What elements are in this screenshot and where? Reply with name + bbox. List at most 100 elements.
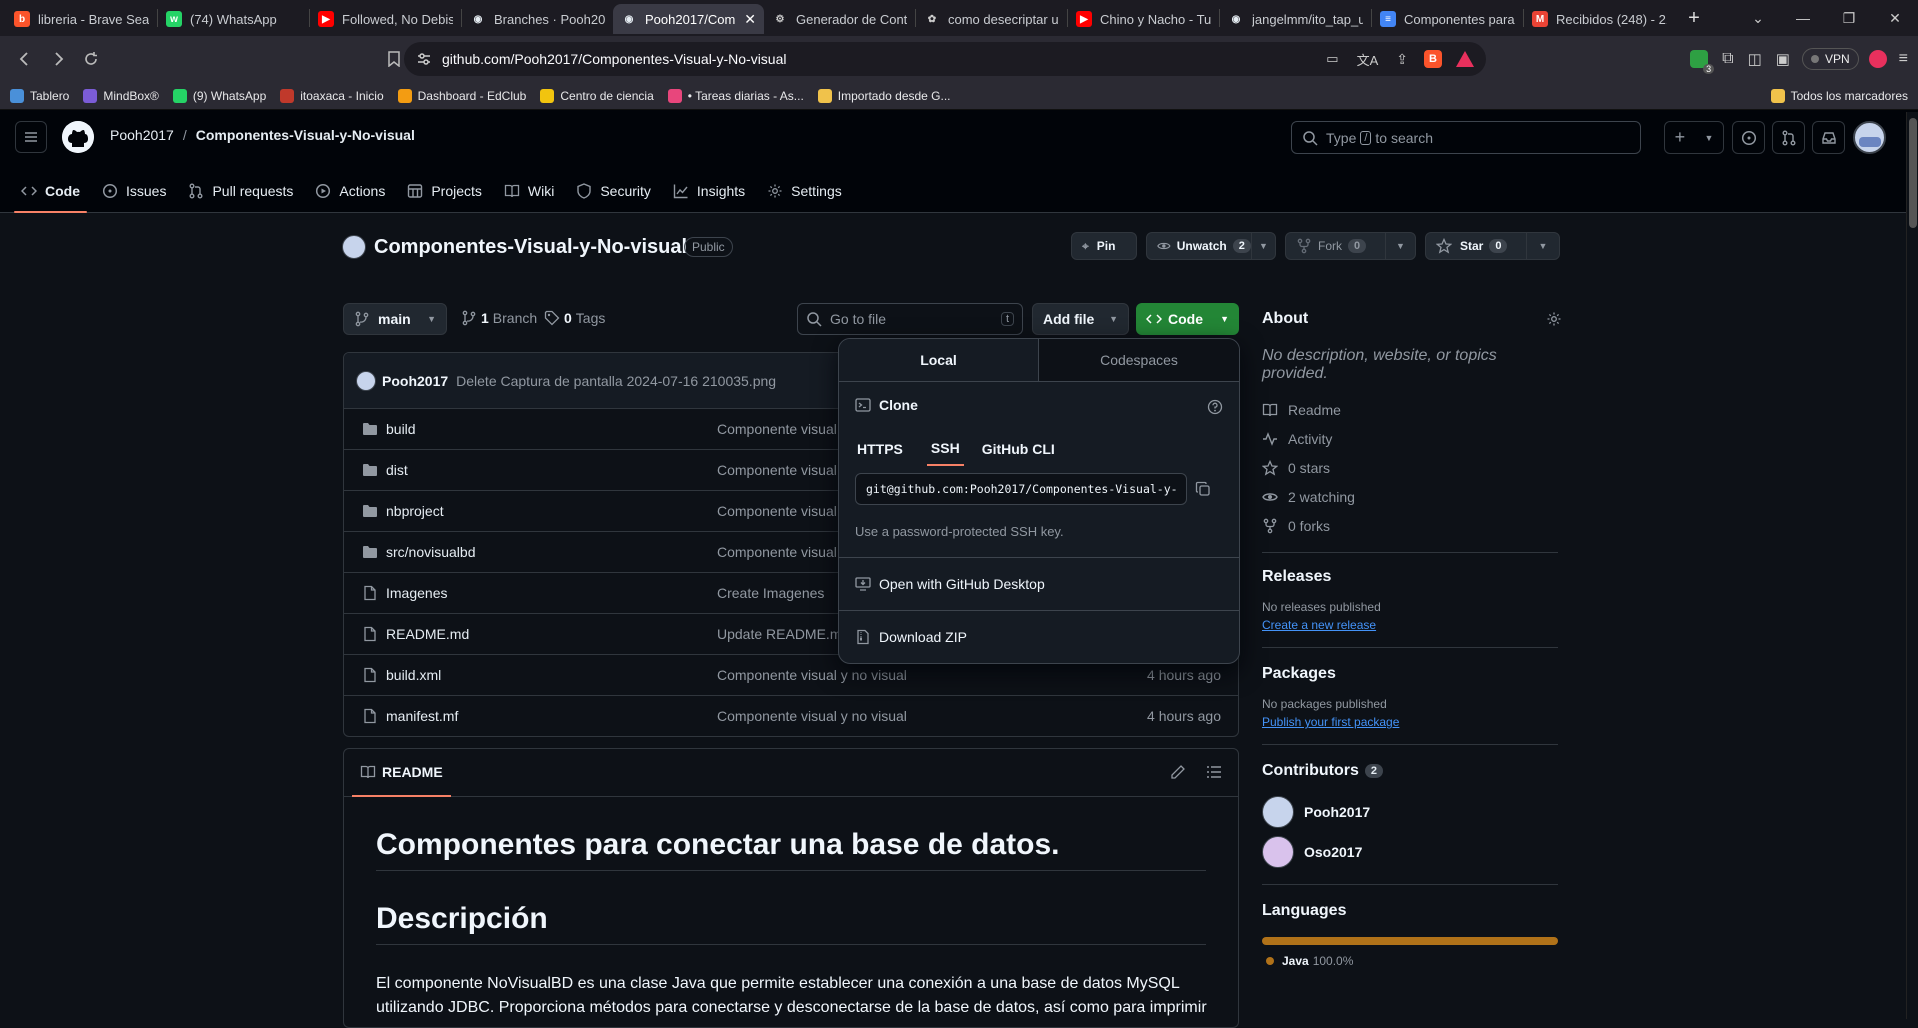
tab-settings[interactable]: Settings bbox=[760, 168, 849, 213]
browser-tab[interactable]: ✿ como desecriptar un bbox=[916, 4, 1067, 34]
file-name[interactable]: src/novisualbd bbox=[386, 544, 476, 560]
browser-tab[interactable]: ▶ Followed, No Debiste bbox=[310, 4, 461, 34]
file-commit-message[interactable]: Componente visual bbox=[717, 421, 837, 437]
new-tab-button[interactable]: + bbox=[1679, 3, 1709, 33]
menu-icon[interactable]: ≡ bbox=[1899, 50, 1908, 68]
download-zip[interactable]: Download ZIP bbox=[839, 611, 1239, 663]
fork-button[interactable]: Fork 0 ▼ bbox=[1285, 232, 1416, 260]
close-tab-icon[interactable]: ✕ bbox=[744, 11, 756, 28]
vpn-button[interactable]: VPN bbox=[1801, 48, 1859, 70]
file-name[interactable]: Imagenes bbox=[386, 585, 447, 601]
packages-title[interactable]: Packages bbox=[1262, 665, 1562, 683]
maximize-button[interactable]: ❐ bbox=[1826, 0, 1872, 36]
file-name[interactable]: manifest.mf bbox=[386, 708, 458, 724]
outline-list-icon[interactable] bbox=[1206, 764, 1222, 780]
browser-tab[interactable]: ⚙ Generador de Contr bbox=[764, 4, 915, 34]
brave-rewards-icon[interactable] bbox=[1456, 51, 1474, 67]
pin-button[interactable]: ⌖ Pin bbox=[1071, 232, 1137, 260]
bookmark-item[interactable]: Centro de ciencia bbox=[540, 88, 654, 103]
about-pulse-link[interactable]: Activity bbox=[1262, 424, 1562, 453]
tab-local[interactable]: Local bbox=[839, 339, 1039, 381]
tab-security[interactable]: Security bbox=[569, 168, 658, 213]
tab-github-cli[interactable]: GitHub CLI bbox=[980, 431, 1057, 466]
about-book-link[interactable]: Readme bbox=[1262, 395, 1562, 424]
file-commit-message[interactable]: Componente visual y no visual bbox=[717, 708, 907, 724]
contributor-item[interactable]: Pooh2017 bbox=[1262, 792, 1562, 832]
add-file-button[interactable]: Add file ▼ bbox=[1032, 303, 1129, 335]
file-commit-message[interactable]: Componente visual y no visual bbox=[717, 667, 907, 683]
file-commit-message[interactable]: Componente visual bbox=[717, 544, 837, 560]
publish-package-link[interactable]: Publish your first package bbox=[1262, 715, 1562, 729]
brave-shields-icon[interactable]: B bbox=[1424, 50, 1442, 68]
tab-https[interactable]: HTTPS bbox=[855, 431, 905, 466]
back-button[interactable] bbox=[10, 44, 40, 74]
reload-button[interactable] bbox=[76, 44, 106, 74]
releases-title[interactable]: Releases bbox=[1262, 568, 1562, 586]
unwatch-dropdown-icon[interactable]: ▼ bbox=[1250, 233, 1275, 259]
go-to-file-input[interactable]: Go to file t bbox=[797, 303, 1023, 335]
readme-tab[interactable]: README bbox=[352, 749, 451, 797]
cast-icon[interactable]: ▭ bbox=[1326, 51, 1338, 67]
tab-pull-requests[interactable]: Pull requests bbox=[181, 168, 300, 213]
bookmark-item[interactable]: Importado desde G... bbox=[817, 88, 951, 103]
table-row[interactable]: manifest.mf Componente visual y no visual… bbox=[344, 695, 1238, 736]
browser-tab[interactable]: ▶ Chino y Nacho - Tu bbox=[1068, 4, 1219, 34]
copy-url-icon[interactable] bbox=[1195, 481, 1211, 497]
browser-tab[interactable]: ◉ Pooh2017/Com ✕ bbox=[613, 4, 764, 34]
address-bar[interactable]: github.com/Pooh2017/Componentes-Visual-y… bbox=[404, 42, 1486, 76]
star-dropdown-icon[interactable]: ▼ bbox=[1526, 233, 1559, 259]
browser-tab[interactable]: ◉ jangelmm/ito_tap_u bbox=[1220, 4, 1371, 34]
wallet-shield-icon[interactable]: 3 bbox=[1690, 50, 1715, 74]
file-commit-message[interactable]: Componente visual bbox=[717, 503, 837, 519]
browser-tab[interactable]: M Recibidos (248) - 21 bbox=[1524, 4, 1675, 34]
wallet-icon[interactable]: ▣ bbox=[1776, 50, 1790, 68]
tab-actions[interactable]: Actions bbox=[308, 168, 392, 213]
tab-issues[interactable]: Issues bbox=[95, 168, 173, 213]
pull-requests-header-button[interactable] bbox=[1772, 121, 1805, 154]
file-name[interactable]: README.md bbox=[386, 626, 469, 642]
commit-message[interactable]: Delete Captura de pantalla 2024-07-16 21… bbox=[456, 373, 776, 389]
about-settings-gear-icon[interactable] bbox=[1546, 311, 1562, 327]
file-commit-message[interactable]: Componente visual bbox=[717, 462, 837, 478]
bookmark-item[interactable]: Tablero bbox=[10, 88, 69, 103]
hamburger-menu-button[interactable] bbox=[15, 121, 47, 153]
bookmark-item[interactable]: MindBox® bbox=[83, 88, 159, 103]
branch-selector[interactable]: main ▼ bbox=[343, 303, 447, 335]
fork-dropdown-icon[interactable]: ▼ bbox=[1385, 233, 1415, 259]
contributors-title[interactable]: Contributors bbox=[1262, 762, 1359, 780]
sidebar-toggle-icon[interactable]: ◫ bbox=[1748, 50, 1762, 68]
tab-insights[interactable]: Insights bbox=[666, 168, 752, 213]
global-search-input[interactable]: Type / to search bbox=[1291, 121, 1641, 154]
bookmark-item[interactable]: Dashboard - EdClub bbox=[397, 88, 526, 103]
page-scrollbar[interactable] bbox=[1906, 112, 1918, 1019]
commit-author[interactable]: Pooh2017 bbox=[382, 373, 448, 389]
issues-header-button[interactable] bbox=[1732, 121, 1765, 154]
code-button[interactable]: Code ▼ bbox=[1136, 303, 1239, 335]
all-bookmarks-button[interactable]: Todos los marcadores bbox=[1770, 88, 1908, 103]
repo-title[interactable]: Componentes-Visual-y-No-visual bbox=[374, 236, 687, 259]
tags-link[interactable]: 0 Tags bbox=[544, 310, 605, 326]
browser-tab[interactable]: ≡ Componentes para bbox=[1372, 4, 1523, 34]
file-name[interactable]: dist bbox=[386, 462, 408, 478]
about-fork-link[interactable]: 0 forks bbox=[1262, 511, 1562, 540]
repo-owner-link[interactable]: Pooh2017 bbox=[110, 127, 174, 143]
file-commit-message[interactable]: Create Imagenes bbox=[717, 585, 824, 601]
tab-search-chevron-icon[interactable]: ⌄ bbox=[1735, 0, 1781, 36]
edit-readme-pencil-icon[interactable] bbox=[1170, 764, 1186, 780]
file-name[interactable]: nbproject bbox=[386, 503, 444, 519]
file-name[interactable]: build bbox=[386, 421, 416, 437]
extensions-icon[interactable]: ⧉ bbox=[1722, 50, 1733, 68]
translate-icon[interactable]: 文A bbox=[1357, 50, 1379, 69]
repo-name-link[interactable]: Componentes-Visual-y-No-visual bbox=[196, 127, 415, 143]
branches-link[interactable]: 1 Branch bbox=[461, 310, 537, 326]
contributor-item[interactable]: Oso2017 bbox=[1262, 832, 1562, 872]
file-commit-message[interactable]: Update README.md bbox=[717, 626, 849, 642]
create-release-link[interactable]: Create a new release bbox=[1262, 618, 1562, 632]
close-window-button[interactable]: ✕ bbox=[1872, 0, 1918, 36]
create-new-button[interactable]: + ▼ bbox=[1664, 121, 1724, 154]
bookmark-item[interactable]: (9) WhatsApp bbox=[172, 88, 266, 103]
bookmark-item[interactable]: itoaxaca - Inicio bbox=[280, 88, 384, 103]
bookmark-item[interactable]: • Tareas diarias - As... bbox=[667, 88, 804, 103]
tab-wiki[interactable]: Wiki bbox=[497, 168, 561, 213]
open-with-github-desktop[interactable]: Open with GitHub Desktop bbox=[839, 558, 1239, 610]
